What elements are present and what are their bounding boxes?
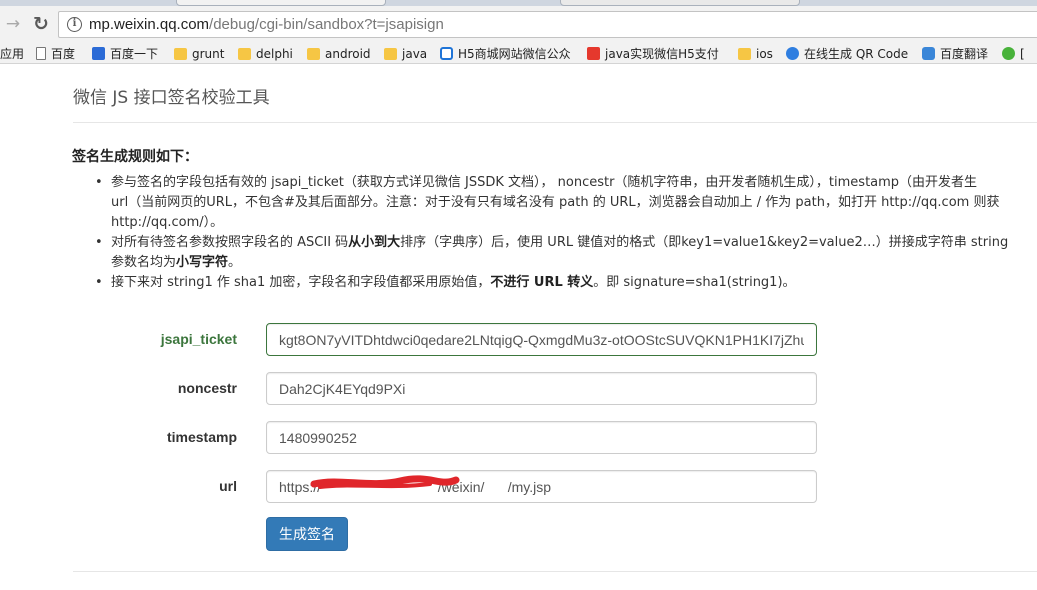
rule-text: 参数名均为小写字符。 — [111, 253, 1037, 273]
rule-text: http://qq.com/）。 — [111, 215, 224, 230]
bookmark-label: java — [402, 46, 428, 61]
bookmark-label: 应用 — [0, 47, 25, 61]
url-path: /debug/cgi-bin/sandbox?t=jsapisign — [209, 16, 444, 33]
timestamp-label: timestamp — [166, 429, 237, 445]
rule-text-part: 对所有待签名参数按照字段名的 ASCII 码 — [111, 235, 349, 250]
bookmark-label: 百度 — [51, 47, 76, 61]
rule-item: 参与签名的字段包括有效的 jsapi_ticket（获取方式详见微信 JSSDK… — [95, 173, 1037, 233]
rule-text-part: 排序（字典序）后，使用 URL 键值对的格式（即key1=value1&key2… — [400, 235, 1009, 250]
rule-text: url（当前网页的URL，不包含#及其后面部分。注意：对于没有只有域名没有 pa… — [111, 195, 1000, 210]
url-text[interactable]: mp.weixin.qq.com/debug/cgi-bin/sandbox?t… — [89, 16, 444, 33]
bookmark-baidu[interactable]: 百度 — [36, 45, 75, 62]
folder-icon — [238, 47, 251, 60]
generate-signature-button[interactable]: 生成签名 — [266, 517, 348, 551]
rule-emphasis: 从小到大 — [348, 235, 401, 250]
rules-heading: 签名生成规则如下： — [72, 149, 198, 165]
rule-text-part: 。即 signature=sha1(string1)。 — [593, 275, 796, 290]
back-arrow-icon[interactable]: → — [2, 13, 24, 35]
bookmark-label: 百度翻译 — [940, 47, 989, 61]
form-row-url: url — [0, 470, 1037, 503]
g-site-icon — [440, 47, 453, 60]
folder-icon — [307, 47, 320, 60]
page-title: 微信 JS 接口签名校验工具 — [73, 88, 270, 108]
address-bar[interactable]: i mp.weixin.qq.com/debug/cgi-bin/sandbox… — [58, 11, 1037, 38]
folder-icon — [174, 47, 187, 60]
qr-site-icon — [786, 47, 799, 60]
bookmark-label: 百度一下 — [110, 47, 159, 61]
form-row-jsapi-ticket: jsapi_ticket — [0, 323, 1037, 356]
divider — [73, 122, 1037, 123]
bookmark-java-h5-pay[interactable]: java实现微信H5支付 — [587, 45, 721, 62]
url-host: mp.weixin.qq.com — [89, 16, 210, 33]
form-row-noncestr: noncestr — [0, 372, 1037, 405]
page-icon — [36, 47, 46, 60]
rule-text: 对所有待签名参数按照字段名的 ASCII 码从小到大排序（字典序）后，使用 UR… — [111, 233, 1037, 253]
bookmarks-bar: 应用 百度 百度一下 grunt delphi android java H5商… — [0, 42, 1037, 64]
bookmark-label: [ — [1020, 46, 1025, 61]
translate-icon — [922, 47, 935, 60]
bookmark-ios[interactable]: ios — [738, 45, 773, 62]
browser-toolbar: → ↻ i mp.weixin.qq.com/debug/cgi-bin/san… — [0, 6, 1037, 42]
baidu-paw-icon — [92, 47, 105, 60]
bookmark-label: delphi — [256, 46, 293, 61]
jsapi-ticket-label: jsapi_ticket — [160, 331, 237, 347]
jsapi-ticket-input[interactable] — [266, 323, 817, 356]
form-row-timestamp: timestamp — [0, 421, 1037, 454]
rule-emphasis: 小写字符 — [176, 255, 229, 270]
bookmark-label: android — [325, 46, 371, 61]
reload-icon[interactable]: ↻ — [30, 13, 52, 35]
noncestr-input[interactable] — [266, 372, 817, 405]
url-label: url — [219, 478, 237, 494]
rule-text-part: 。 — [228, 255, 242, 270]
rule-item: 对所有待签名参数按照字段名的 ASCII 码从小到大排序（字典序）后，使用 UR… — [95, 233, 1037, 273]
bookmark-apps[interactable]: 应用 — [0, 45, 24, 62]
bookmark-qr-code[interactable]: 在线生成 QR Code — [786, 45, 908, 62]
bookmark-label: 在线生成 QR Code — [804, 47, 909, 61]
timestamp-input[interactable] — [266, 421, 817, 454]
rules-list: 参与签名的字段包括有效的 jsapi_ticket（获取方式详见微信 JSSDK… — [95, 173, 1037, 293]
folder-icon — [384, 47, 397, 60]
bookmark-baidu-search[interactable]: 百度一下 — [92, 45, 158, 62]
rule-item: 接下来对 string1 作 sha1 加密，字段名和字段值都采用原始值，不进行… — [95, 273, 1037, 293]
url-input[interactable] — [266, 470, 817, 503]
info-icon[interactable]: i — [67, 17, 82, 32]
rule-emphasis: 不进行 URL 转义 — [490, 275, 594, 290]
bookmark-wechat[interactable]: [ — [1002, 45, 1025, 62]
rule-text: 参与签名的字段包括有效的 jsapi_ticket（获取方式详见微信 JSSDK… — [111, 175, 978, 190]
bookmark-h5-mall[interactable]: H5商城网站微信公众 — [440, 45, 574, 62]
wechat-icon — [1002, 47, 1015, 60]
rule-text-part: 参数名均为 — [111, 255, 177, 270]
folder-icon — [738, 47, 751, 60]
bookmark-java[interactable]: java — [384, 45, 427, 62]
divider — [73, 571, 1037, 572]
bookmark-label: ios — [756, 46, 773, 61]
bookmark-label: java实现微信H5支付 — [605, 47, 719, 61]
bookmark-baidu-translate[interactable]: 百度翻译 — [922, 45, 988, 62]
bookmark-grunt[interactable]: grunt — [174, 45, 224, 62]
bookmark-label: H5商城网站微信公众 — [458, 47, 571, 61]
bookmark-label: grunt — [192, 46, 225, 61]
bookmark-android[interactable]: android — [307, 45, 371, 62]
rule-text: 接下来对 string1 作 sha1 加密，字段名和字段值都采用原始值，不进行… — [111, 273, 1037, 293]
bookmark-delphi[interactable]: delphi — [238, 45, 293, 62]
c-site-icon — [587, 47, 600, 60]
rule-text-part: 接下来对 string1 作 sha1 加密，字段名和字段值都采用原始值， — [111, 275, 491, 290]
noncestr-label: noncestr — [177, 380, 237, 396]
